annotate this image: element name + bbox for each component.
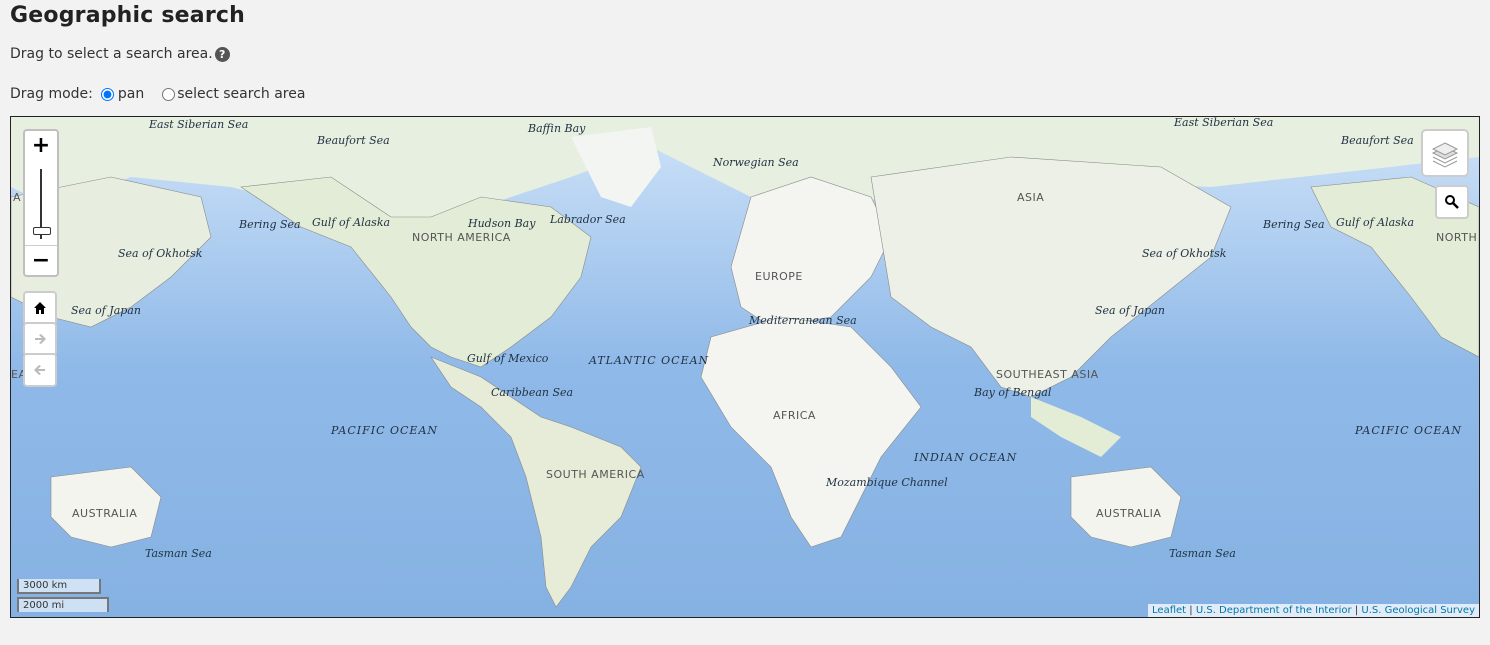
map-label-bering-sea: Bering Sea xyxy=(239,218,301,231)
attribution-separator: | xyxy=(1354,605,1359,616)
drag-mode-label: Drag mode: xyxy=(10,86,93,102)
search-icon xyxy=(1445,195,1459,209)
help-icon[interactable]: ? xyxy=(214,46,230,62)
instructions: Drag to select a search area. ? xyxy=(10,46,230,62)
map-label-east-siberian-sea: East Siberian Sea xyxy=(149,118,249,131)
select-area-radio-label[interactable]: select search area xyxy=(177,86,305,102)
map-label-pacific-ocean: PACIFIC OCEAN xyxy=(1355,424,1463,437)
layers-button[interactable] xyxy=(1421,129,1469,177)
zoom-slider-handle[interactable] xyxy=(33,227,51,235)
usgs-link[interactable]: U.S. Geological Survey xyxy=(1361,605,1475,616)
zoom-control: + − xyxy=(23,129,59,277)
map-label-atlantic-ocean: ATLANTIC OCEAN xyxy=(589,354,710,367)
map-label-australia: AUSTRALIA xyxy=(72,507,138,520)
map-attribution: Leaflet | U.S. Department of the Interio… xyxy=(1148,604,1479,617)
instructions-text: Drag to select a search area. xyxy=(10,46,213,62)
forward-button[interactable] xyxy=(23,322,57,356)
arrow-right-icon xyxy=(35,334,46,344)
map-container[interactable]: East Siberian Sea Beaufort Sea Baffin Ba… xyxy=(10,116,1480,618)
back-button[interactable] xyxy=(23,353,57,387)
interior-link[interactable]: U.S. Department of the Interior xyxy=(1196,605,1352,616)
zoom-in-button[interactable]: + xyxy=(25,131,57,161)
select-area-radio[interactable] xyxy=(162,87,176,101)
map-label-labrador-sea: Labrador Sea xyxy=(550,213,626,226)
map-label-europe: EUROPE xyxy=(755,270,803,283)
map-label-australia: AUSTRALIA xyxy=(1096,507,1162,520)
map-label-tasman-sea: Tasman Sea xyxy=(1169,547,1236,560)
home-button[interactable] xyxy=(23,291,57,325)
map-label-north-america: NORTH AMERICA xyxy=(412,231,511,244)
map-label-beaufort-sea: Beaufort Sea xyxy=(1341,134,1414,147)
map-label-asia: ASIA xyxy=(1017,191,1045,204)
map-label-gulf-of-alaska: Gulf of Alaska xyxy=(1336,216,1415,229)
map-label-pacific-ocean: PACIFIC OCEAN xyxy=(331,424,439,437)
arrow-left-icon xyxy=(34,365,45,375)
map-label-sea-of-okhotsk: Sea of Okhotsk xyxy=(118,247,203,260)
map-label-southeast-asia: SOUTHEAST ASIA xyxy=(996,368,1099,381)
scale-bar-mi: 2000 mi xyxy=(17,597,109,612)
map-search-button[interactable] xyxy=(1435,185,1469,219)
map-label-tasman-sea: Tasman Sea xyxy=(145,547,212,560)
map-label-north-america: NORTH AMERICA xyxy=(1436,231,1479,244)
map-label-africa: AFRICA xyxy=(773,409,816,422)
map-label-east-siberian-sea: East Siberian Sea xyxy=(1174,116,1274,129)
home-icon xyxy=(34,302,46,314)
map-label-caribbean-sea: Caribbean Sea xyxy=(491,386,574,399)
map-label-norwegian-sea: Norwegian Sea xyxy=(713,156,799,169)
layers-icon xyxy=(1431,142,1459,168)
scale-bar-km: 3000 km xyxy=(17,579,101,594)
map-label-mediterranean-sea: Mediterranean Sea xyxy=(749,314,857,327)
map-label-south-america: SOUTH AMERICA xyxy=(546,468,645,481)
map-label-bay-of-bengal: Bay of Bengal xyxy=(974,386,1052,399)
map-label-sea-of-japan: Sea of Japan xyxy=(71,304,141,317)
attribution-separator: | xyxy=(1189,605,1193,616)
map-label-gulf-of-alaska: Gulf of Alaska xyxy=(312,216,391,229)
pan-radio[interactable] xyxy=(100,87,114,101)
map-label-beaufort-sea: Beaufort Sea xyxy=(317,134,390,147)
map-label-hudson-bay: Hudson Bay xyxy=(468,217,536,230)
map-label-gulf-of-mexico: Gulf of Mexico xyxy=(467,352,549,365)
leaflet-link[interactable]: Leaflet xyxy=(1152,605,1186,616)
map-label-sea-of-japan: Sea of Japan xyxy=(1095,304,1165,317)
pan-radio-label[interactable]: pan xyxy=(118,86,144,102)
world-map-tiles xyxy=(11,117,1479,617)
map-label-baffin-bay: Baffin Bay xyxy=(528,122,586,135)
map-label-edge: A xyxy=(13,191,22,204)
map-label-sea-of-okhotsk: Sea of Okhotsk xyxy=(1142,247,1227,260)
map-label-bering-sea: Bering Sea xyxy=(1263,218,1325,231)
map-label-mozambique-channel: Mozambique Channel xyxy=(826,476,948,489)
zoom-out-button[interactable]: − xyxy=(25,245,57,276)
drag-mode-group: Drag mode: pan select search area xyxy=(10,86,313,102)
map-label-indian-ocean: INDIAN OCEAN xyxy=(914,451,1018,464)
page-title: Geographic search xyxy=(10,3,246,28)
